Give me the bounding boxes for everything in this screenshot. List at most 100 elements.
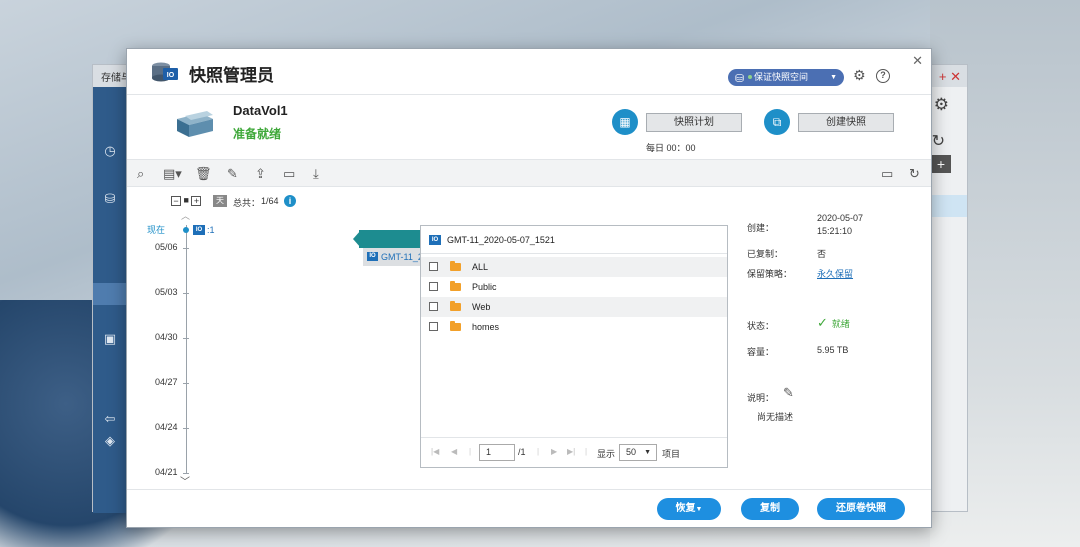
background-selected-row[interactable]: [927, 195, 967, 217]
refresh-icon[interactable]: ↻: [909, 166, 920, 182]
window-view-icon[interactable]: ▭: [881, 166, 893, 182]
last-page-icon[interactable]: ▶|: [567, 447, 575, 456]
restore-button-label: 恢复: [675, 503, 696, 514]
guarantee-snapshot-space-dropdown[interactable]: ⛁ 保证快照空间 ▼: [728, 69, 844, 86]
timeline-axis: [186, 225, 187, 473]
day-tag[interactable]: 天: [213, 195, 227, 207]
file-row[interactable]: Public: [421, 277, 727, 297]
dashboard-icon[interactable]: ◷: [102, 143, 118, 159]
calendar-icon[interactable]: ▦: [612, 109, 638, 135]
zoom-controls[interactable]: − ■ +: [171, 195, 202, 209]
import-icon[interactable]: ⇦: [102, 411, 118, 427]
snapshot-schedule-button[interactable]: 快照计划: [646, 113, 742, 132]
timeline-tick: [183, 428, 189, 429]
page-size-value: 50: [626, 447, 637, 457]
collapse-icon[interactable]: −: [171, 195, 181, 206]
storage-icon[interactable]: ⛁: [102, 191, 118, 207]
edit-description-icon[interactable]: ✎: [783, 385, 794, 401]
download-icon[interactable]: ⤓: [313, 166, 319, 182]
timeline-now-count: :1: [207, 225, 215, 235]
help-icon[interactable]: ?: [876, 69, 890, 83]
volume-disk-icon: [177, 111, 213, 137]
pager-divider: |: [469, 447, 472, 456]
snapshot-manager-logo-icon: IO: [152, 62, 178, 82]
file-row-label: Public: [472, 282, 497, 292]
restore-button[interactable]: 恢复▼: [657, 498, 721, 520]
file-row[interactable]: ALL: [421, 257, 727, 277]
file-row[interactable]: homes: [421, 317, 727, 337]
snapshot-file-browser: IO GMT-11_2020-05-07_1521 ALL Public Web ho…: [420, 225, 728, 468]
pager-divider: |: [537, 447, 540, 456]
items-label: 项目: [662, 449, 681, 459]
timeline-now-label: 现在: [147, 225, 166, 235]
next-page-icon[interactable]: ▶: [551, 447, 557, 456]
clean-icon[interactable]: ◈: [102, 433, 118, 449]
sidebar-selected-item[interactable]: [93, 283, 127, 305]
snapshot-icon[interactable]: ▣: [102, 331, 118, 347]
schedule-time: 每日 00：00: [646, 143, 696, 153]
status-label: 状态：: [747, 321, 775, 331]
view-mode-icon[interactable]: ▤▾: [163, 166, 182, 182]
folder-icon: [450, 321, 461, 331]
close-icon[interactable]: ✕: [912, 53, 923, 69]
database-icon: ⛁: [735, 73, 745, 85]
row-checkbox[interactable]: [429, 262, 438, 271]
background-add-icon[interactable]: +: [931, 155, 951, 173]
first-page-icon[interactable]: |◀: [431, 447, 439, 456]
folder-icon[interactable]: ▭: [283, 166, 295, 182]
share-icon[interactable]: ⇪: [255, 166, 266, 182]
row-checkbox[interactable]: [429, 322, 438, 331]
row-checkbox[interactable]: [429, 282, 438, 291]
snapshot-badge-icon: IO: [429, 235, 441, 245]
retention-policy-link[interactable]: 永久保留: [817, 267, 853, 280]
dialog-footer: 恢复▼ 复制 还原卷快照: [127, 489, 931, 527]
delete-icon[interactable]: 🗑: [195, 166, 212, 182]
volume-status: 准备就绪: [233, 127, 282, 141]
chevron-down-icon: ▼: [644, 449, 651, 456]
revert-volume-snapshot-button[interactable]: 还原卷快照: [817, 498, 905, 520]
chevron-down-icon: ▼: [830, 74, 837, 81]
copy-button[interactable]: 复制: [741, 498, 799, 520]
timeline-tick: [183, 293, 189, 294]
check-icon: ✓: [817, 315, 828, 330]
prev-page-icon[interactable]: ◀: [451, 447, 457, 456]
create-snapshot-icon[interactable]: ⧉: [764, 109, 790, 135]
file-row[interactable]: Web: [421, 297, 727, 317]
expand-icon[interactable]: +: [191, 195, 202, 206]
file-row-label: ALL: [472, 262, 489, 272]
snapshot-badge-icon: IO: [193, 225, 205, 235]
status-dot: [748, 75, 752, 79]
page-number-input[interactable]: 1: [479, 444, 515, 461]
background-gear-icon[interactable]: ⚙: [934, 95, 949, 115]
background-window-controls[interactable]: + ✕: [939, 69, 961, 85]
timeline-tick: [183, 383, 189, 384]
status-text: 就绪: [831, 319, 850, 329]
dialog-title: 快照管理员: [189, 66, 274, 85]
page-size-select[interactable]: 50 ▼: [619, 444, 657, 461]
scroll-up-icon[interactable]: ︿: [181, 209, 190, 222]
capacity-value: 5.95 TB: [817, 345, 849, 355]
svg-text:IO: IO: [167, 72, 175, 79]
guarantee-label: 保证快照空间: [754, 72, 809, 82]
info-icon[interactable]: i: [284, 195, 296, 207]
background-refresh-icon[interactable]: ↻: [932, 131, 945, 151]
settings-gear-icon[interactable]: ⚙: [853, 67, 866, 84]
pager-divider: |: [585, 447, 588, 456]
timeline-date-label: 04/21: [155, 467, 178, 477]
edit-icon[interactable]: ✎: [227, 166, 238, 182]
snapshot-timeline: ︿ 现在 IO :1 05/06 05/03 04/30 04/27 04/24 04/2…: [145, 209, 225, 489]
timeline-date-label: 04/27: [155, 377, 178, 387]
scroll-down-icon[interactable]: ﹀: [180, 473, 190, 488]
row-checkbox[interactable]: [429, 302, 438, 311]
file-browser-title: GMT-11_2020-05-07_1521: [447, 235, 555, 245]
replicated-label: 已复制：: [747, 249, 784, 259]
search-icon[interactable]: ⌕: [137, 166, 144, 182]
snapshot-badge-icon: IO: [367, 252, 378, 261]
background-sidebar: ◷ ⛁ ▣ ⇦ ◈: [93, 87, 127, 513]
timeline-date-label: 04/24: [155, 422, 178, 432]
timeline-now-marker[interactable]: [183, 227, 189, 233]
snapshot-manager-dialog: IO 快照管理员 ✕ ⛁ 保证快照空间 ▼ ⚙ ? DataVol1 准备就绪 …: [126, 48, 932, 528]
folder-icon: [450, 301, 461, 311]
created-time: 15:21:10: [817, 226, 853, 236]
create-snapshot-button[interactable]: 创建快照: [798, 113, 894, 132]
